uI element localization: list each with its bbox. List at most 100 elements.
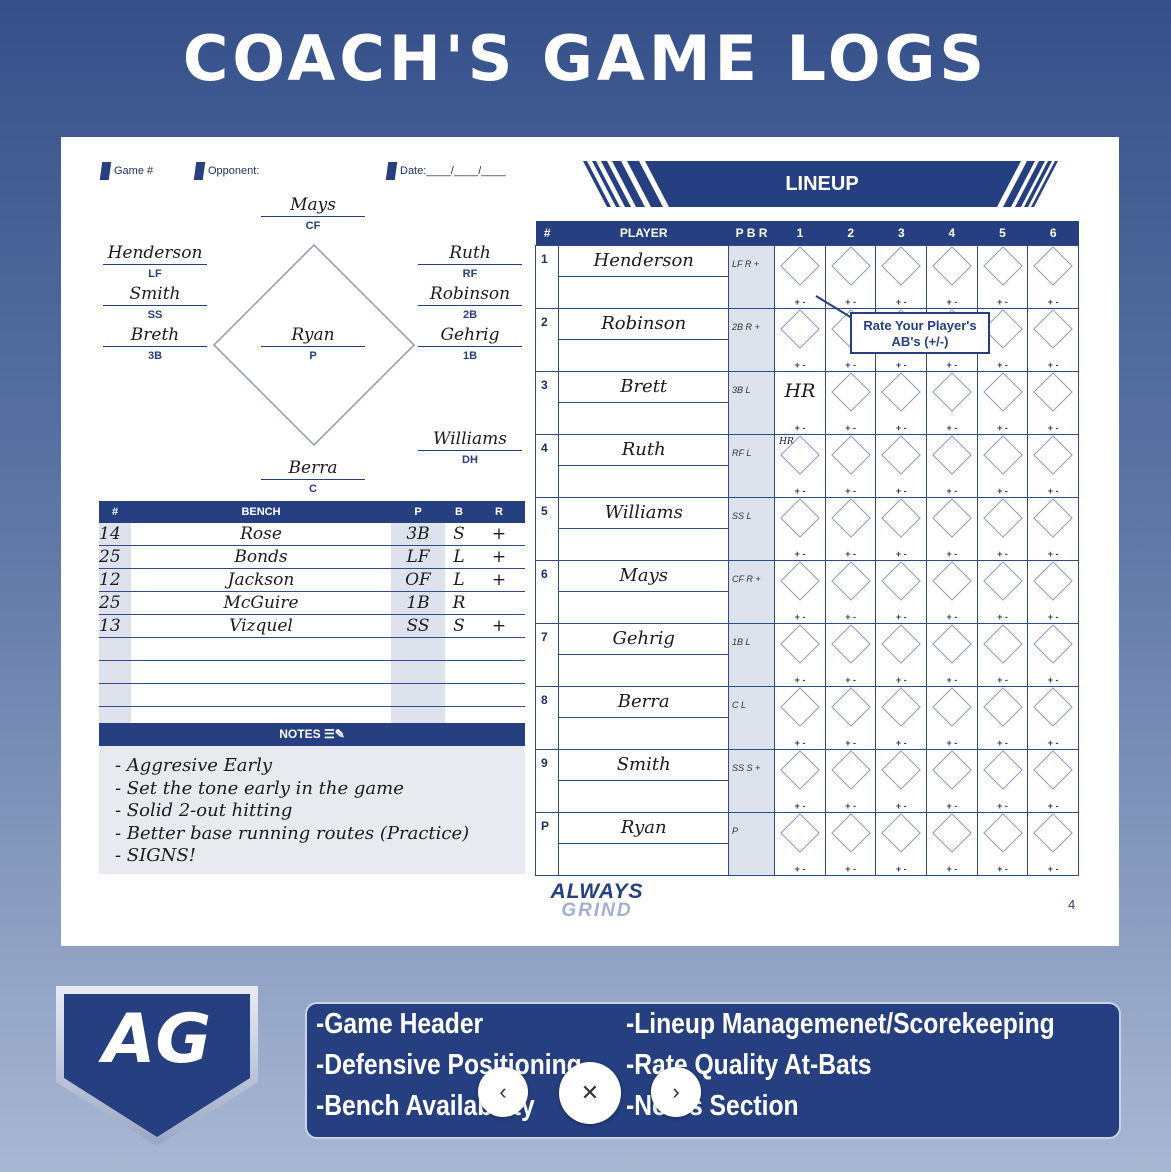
- base-diamond: [881, 561, 922, 601]
- pbr-values: 2B R +: [732, 322, 760, 332]
- field-position: Smith SS: [103, 284, 207, 321]
- base-diamond: [780, 498, 820, 538]
- plus-minus-rating: + -: [1047, 738, 1059, 748]
- plus-minus-rating: + -: [794, 486, 806, 496]
- bench-cell: Jackson: [131, 568, 391, 592]
- note-line: - Set the tone early in the game: [115, 777, 404, 799]
- base-diamond: [881, 435, 922, 475]
- bench-header-cell: R: [473, 501, 525, 523]
- base-diamond: [1033, 435, 1073, 475]
- base-diamond: [1033, 624, 1073, 664]
- bench-cell: [99, 637, 131, 661]
- bench-header-cell: BENCH: [131, 501, 391, 523]
- bench-cell: Bonds: [131, 545, 391, 569]
- note-line: - Better base running routes (Practice): [115, 822, 470, 844]
- base-diamond: [932, 372, 972, 412]
- player-name: Mays: [559, 561, 729, 592]
- pbr-values: SS S +: [732, 763, 761, 773]
- bench-cell: OF: [391, 568, 445, 592]
- pbr-values: RF L: [732, 448, 752, 458]
- at-bat-cell: + -: [875, 749, 928, 813]
- field-position: Robinson 2B: [418, 284, 522, 321]
- batting-order: 5: [534, 497, 560, 561]
- base-diamond: [1033, 498, 1073, 538]
- feature-item: -Lineup Managemenet/Scorekeeping: [626, 1008, 1055, 1040]
- at-bat-cell: + -: [926, 371, 978, 435]
- at-bat-cell: + -: [976, 686, 1029, 750]
- plus-minus-rating: + -: [946, 612, 958, 622]
- lineup-pbr-cell: RF L: [728, 434, 776, 498]
- lineup-pbr-cell: SS L: [728, 497, 776, 561]
- bench-cell: [391, 637, 445, 661]
- lineup-header-cell: 5: [977, 221, 1028, 246]
- lineup-header-cell: PLAYER: [558, 221, 729, 246]
- base-diamond: [780, 813, 820, 853]
- opponent-field: Opponent:: [193, 162, 259, 180]
- field-position: Henderson LF: [103, 243, 207, 280]
- base-diamond: [932, 561, 972, 601]
- base-diamond: [932, 498, 972, 538]
- lineup-title: LINEUP: [785, 173, 859, 195]
- player-name: Brett: [559, 372, 729, 403]
- previous-button[interactable]: ‹: [478, 1067, 528, 1117]
- bench-cell: [99, 660, 131, 684]
- player-name: Breth: [103, 325, 207, 347]
- lineup-header-cell: 3: [875, 221, 927, 246]
- bench-header-cell: #: [99, 501, 131, 523]
- bench-cell: R: [445, 591, 473, 615]
- feature-item: -Game Header: [316, 1008, 484, 1040]
- base-diamond: [982, 435, 1023, 475]
- lineup-header-cell: 6: [1027, 221, 1079, 246]
- plus-minus-rating: + -: [946, 486, 958, 496]
- field-position: Ryan P: [261, 325, 365, 362]
- plus-minus-rating: + -: [1047, 423, 1059, 433]
- lineup-header-cell: P B R: [728, 221, 775, 246]
- bench-row: 25 Bonds LF L +: [99, 545, 525, 569]
- lineup-pbr-cell: 3B L: [728, 371, 776, 435]
- plus-minus-rating: + -: [845, 801, 857, 811]
- plus-minus-rating: + -: [895, 423, 907, 433]
- lineup-pbr-cell: C L: [728, 686, 776, 750]
- at-bat-cell: + -: [824, 497, 877, 561]
- base-diamond: [1033, 750, 1073, 790]
- player-name: Williams: [559, 498, 729, 529]
- lineup-pbr-cell: P: [728, 812, 776, 876]
- at-bat-cell: + -: [875, 497, 928, 561]
- bench-row: 14 Rose 3B S +: [99, 523, 525, 546]
- at-bat-cell: + -: [976, 497, 1029, 561]
- batting-order: 9: [534, 749, 560, 813]
- plus-minus-rating: + -: [794, 423, 806, 433]
- bench-cell: 14: [99, 523, 131, 546]
- base-diamond: [881, 750, 922, 790]
- field-position: Breth 3B: [103, 325, 207, 362]
- plus-minus-rating: + -: [1047, 486, 1059, 496]
- at-bat-cell: + -: [1027, 497, 1079, 561]
- base-diamond: [982, 498, 1023, 538]
- pbr-values: CF R +: [732, 574, 761, 584]
- base-diamond: [780, 561, 820, 601]
- plus-minus-rating: + -: [845, 486, 857, 496]
- field-position: Ruth RF: [418, 243, 522, 280]
- bench-cell: [391, 683, 445, 707]
- base-diamond: [982, 750, 1023, 790]
- lineup-row: 4 Ruth RF L HR + - + - + - + - + - + -: [534, 434, 1079, 498]
- at-bat-cell: + -: [1027, 749, 1079, 813]
- bench-cell: 12: [99, 568, 131, 592]
- next-button[interactable]: ›: [651, 1067, 701, 1117]
- bench-row: 13 Vizquel SS S +: [99, 614, 525, 638]
- at-bat-cell: + -: [774, 812, 826, 876]
- close-button[interactable]: ✕: [559, 1062, 621, 1124]
- lineup-player-cell: Henderson: [558, 245, 730, 309]
- bench-cell: [445, 683, 473, 707]
- base-diamond: [830, 498, 871, 538]
- bench-cell: 25: [99, 591, 131, 615]
- bench-cell: [131, 637, 391, 661]
- bench-cell: +: [473, 614, 525, 638]
- note-line: - SIGNS!: [115, 845, 196, 866]
- position-abbr: CF: [305, 220, 321, 232]
- base-diamond: [780, 687, 820, 727]
- at-bat-cell: HR + -: [774, 434, 826, 498]
- at-bat-cell: + -: [875, 560, 928, 624]
- bench-cell: 1B: [391, 591, 445, 615]
- at-bat-cell: + -: [926, 623, 978, 687]
